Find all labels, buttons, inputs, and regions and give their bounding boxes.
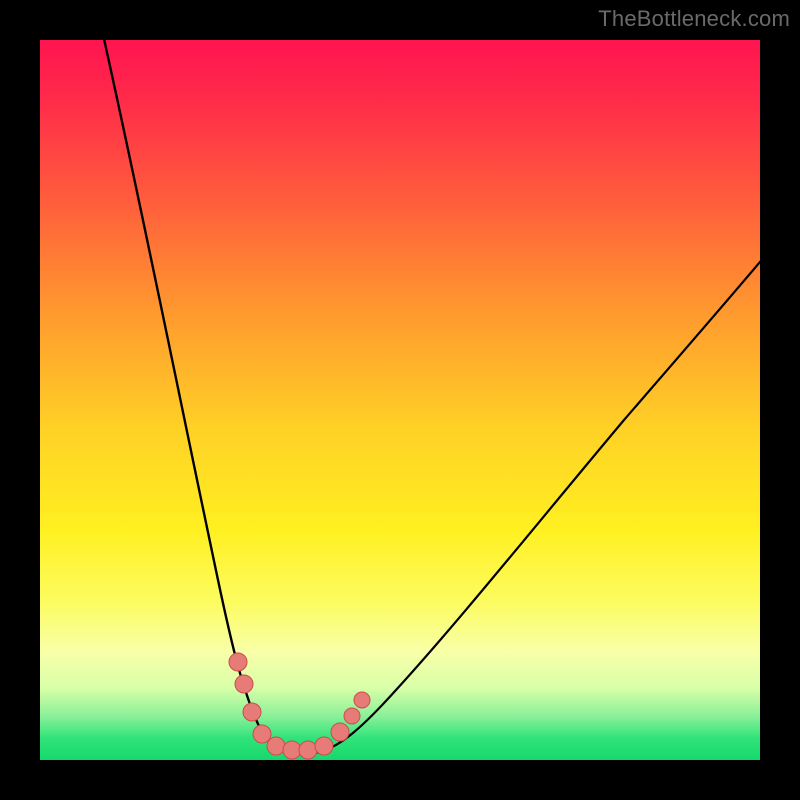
bottleneck-curve-right (320, 250, 760, 752)
marker-dot (267, 737, 285, 755)
marker-dot (344, 708, 360, 724)
marker-dot (283, 741, 301, 759)
marker-dot (235, 675, 253, 693)
marker-dot (315, 737, 333, 755)
marker-dot (229, 653, 247, 671)
marker-group (229, 653, 370, 759)
plot-area (40, 40, 760, 760)
chart-frame: TheBottleneck.com (0, 0, 800, 800)
bottleneck-curve-left (102, 40, 286, 752)
marker-dot (354, 692, 370, 708)
marker-dot (253, 725, 271, 743)
marker-dot (243, 703, 261, 721)
watermark-text: TheBottleneck.com (598, 6, 790, 32)
marker-dot (331, 723, 349, 741)
marker-dot (299, 741, 317, 759)
curve-layer (40, 40, 760, 760)
